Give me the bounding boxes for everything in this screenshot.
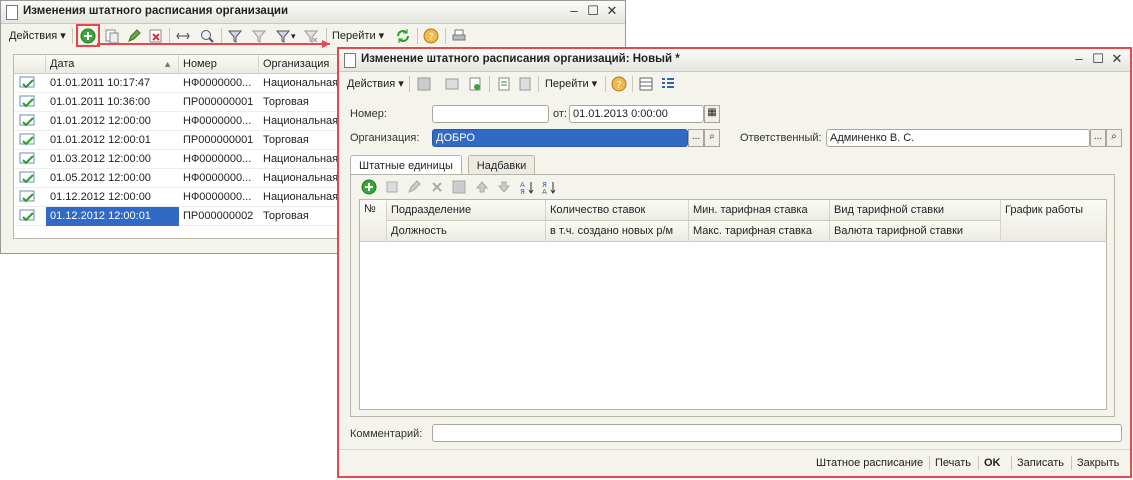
col-rate-type-header[interactable]: Вид тарифной ставки <box>830 200 1001 221</box>
print-button[interactable]: Печать <box>935 455 971 471</box>
footer-separator <box>1011 456 1012 470</box>
responsible-search-icon[interactable]: ⌕ <box>1106 129 1122 147</box>
post-disabled-icon[interactable] <box>444 76 460 92</box>
end-edit-icon[interactable] <box>451 179 467 195</box>
tab-panel: AЯ ЯA № Подразделение Количество ставок … <box>350 174 1115 417</box>
list-view-icon[interactable] <box>638 76 654 92</box>
col-rates-count-header[interactable]: Количество ставок <box>546 200 689 221</box>
col-no-header[interactable]: № <box>360 200 387 242</box>
refresh-doc-icon[interactable] <box>467 76 483 92</box>
goto-menu[interactable]: Перейти ▾ <box>545 75 597 93</box>
form-window: Изменение штатного расписания организаци… <box>337 47 1132 478</box>
footer-separator <box>1071 456 1072 470</box>
help-icon[interactable]: ? <box>611 76 627 92</box>
org-select-button[interactable]: ... <box>688 129 704 147</box>
add-row-icon[interactable] <box>361 179 377 195</box>
copy-row-icon[interactable] <box>384 179 400 195</box>
form-window-titlebar: Изменение штатного расписания организаци… <box>339 49 1130 72</box>
ok-button[interactable]: OK <box>984 455 1001 471</box>
col-currency-header[interactable]: Валюта тарифной ставки <box>830 221 1001 242</box>
col-department-header[interactable]: Подразделение <box>387 200 546 221</box>
sort-asc-icon[interactable]: AЯ <box>519 179 535 195</box>
close-icon[interactable]: ✕ <box>1110 52 1124 66</box>
responsible-field[interactable]: Админенко В. С. <box>826 129 1090 147</box>
footer-divider <box>339 449 1130 450</box>
from-label: от: <box>553 108 567 120</box>
col-position-header[interactable]: Должность <box>387 221 546 242</box>
footer-separator <box>978 456 979 470</box>
move-up-icon[interactable] <box>474 179 490 195</box>
comment-field[interactable] <box>432 424 1122 442</box>
date-field[interactable]: 01.01.2013 0:00:00 <box>569 105 704 123</box>
calendar-icon[interactable]: ▦ <box>704 105 720 123</box>
staff-schedule-button[interactable]: Штатное расписание <box>816 455 923 471</box>
save-button[interactable]: Записать <box>1017 455 1064 471</box>
number-field[interactable] <box>432 105 549 123</box>
form-toolbar: Действия ▾ Перейти ▾ ? <box>339 72 1130 96</box>
col-max-rate-header[interactable]: Макс. тарифная ставка <box>689 221 830 242</box>
edit-row-icon[interactable] <box>406 179 422 195</box>
svg-text:Я: Я <box>520 188 525 195</box>
tab-staff-units[interactable]: Штатные единицы <box>350 155 462 175</box>
svg-text:A: A <box>542 188 547 195</box>
org-search-icon[interactable]: ⌕ <box>704 129 720 147</box>
svg-text:?: ? <box>616 80 621 91</box>
col-new-workplaces-header[interactable]: в т.ч. создано новых р/м <box>546 221 689 242</box>
movements-icon[interactable] <box>517 76 533 92</box>
move-down-icon[interactable] <box>496 179 512 195</box>
staff-grid: № Подразделение Количество ставок Мин. т… <box>359 199 1107 410</box>
minimize-icon[interactable]: – <box>1072 52 1086 66</box>
settings-list-icon[interactable] <box>660 76 676 92</box>
number-label: Номер: <box>350 108 387 120</box>
org-field[interactable]: ДОБРО <box>432 129 688 147</box>
org-label: Организация: <box>350 132 420 144</box>
document-icon <box>344 53 356 68</box>
tab-allowances[interactable]: Надбавки <box>468 155 535 175</box>
sort-desc-icon[interactable]: ЯA <box>541 179 557 195</box>
form-window-title: Изменение штатного расписания организаци… <box>361 53 680 65</box>
footer-separator <box>929 456 930 470</box>
responsible-select-button[interactable]: ... <box>1090 129 1106 147</box>
save-disabled-icon[interactable] <box>416 76 432 92</box>
structure-doc-icon[interactable] <box>496 76 512 92</box>
maximize-icon[interactable]: ☐ <box>1091 52 1105 66</box>
col-schedule-header[interactable]: График работы <box>1001 200 1106 242</box>
comment-label: Комментарий: <box>350 428 423 440</box>
actions-menu[interactable]: Действия ▾ <box>347 75 404 93</box>
close-button[interactable]: Закрыть <box>1077 455 1119 471</box>
responsible-label: Ответственный: <box>740 132 822 144</box>
delete-row-icon[interactable] <box>429 179 445 195</box>
col-min-rate-header[interactable]: Мин. тарифная ставка <box>689 200 830 221</box>
